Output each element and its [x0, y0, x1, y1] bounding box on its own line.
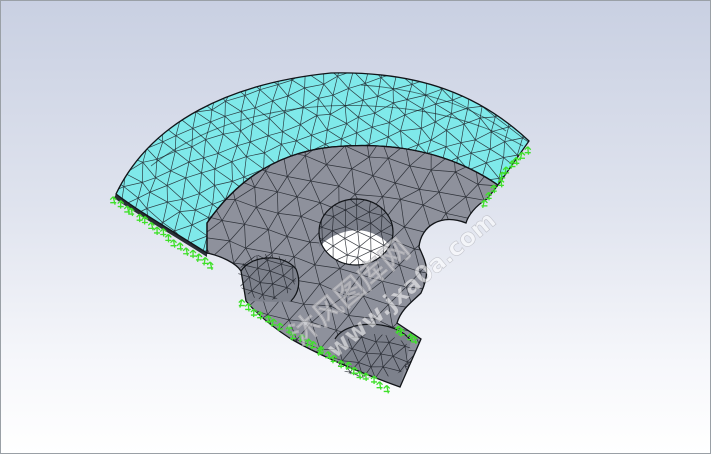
graphics-area[interactable]: 沐风图库网 www.jxa0a.com	[0, 0, 711, 454]
watermark: 沐风图库网 www.jxa0a.com	[283, 206, 501, 364]
